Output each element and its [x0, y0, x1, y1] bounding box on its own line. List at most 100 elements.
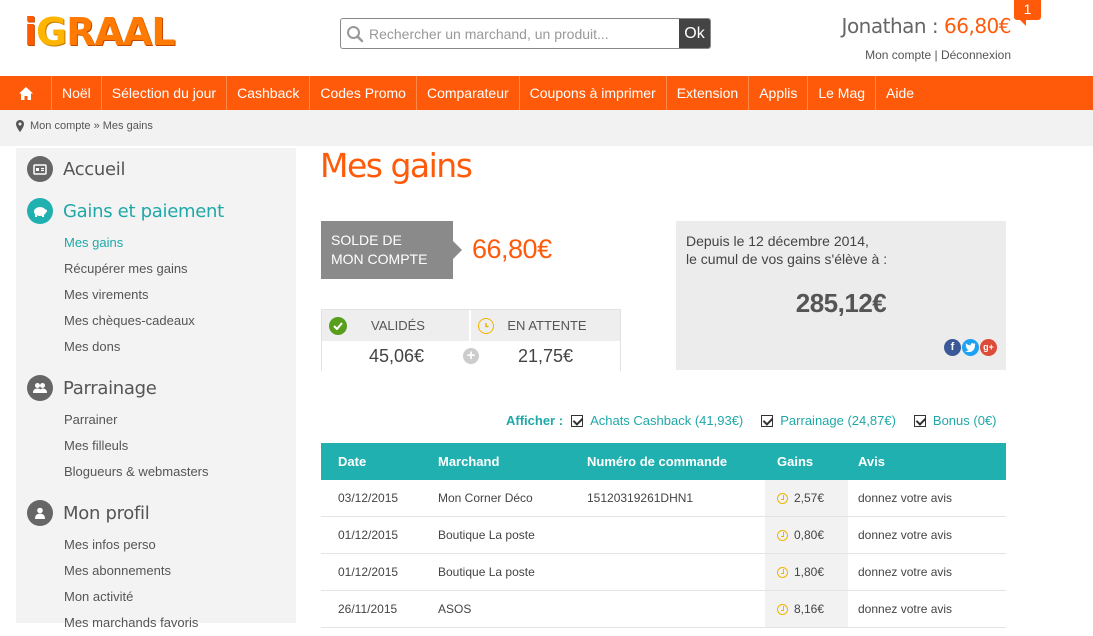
- logout-link[interactable]: Déconnexion: [941, 48, 1011, 62]
- logo-letter: G: [36, 10, 67, 54]
- filter-bonus-label[interactable]: Bonus (0€): [933, 413, 997, 428]
- search-input[interactable]: [369, 19, 679, 48]
- col-header-merchant[interactable]: Marchand: [421, 454, 570, 469]
- cell-gains: 0,80€: [765, 517, 848, 553]
- filter-cashback[interactable]: Achats Cashback (41,93€): [571, 413, 743, 428]
- table-row: 03/12/2015 Mon Corner Déco 15120319261DH…: [321, 480, 1006, 517]
- cell-avis-link[interactable]: donnez votre avis: [848, 565, 1006, 579]
- header: iGRAAL Ok Jonathan : 66,80€ Mon compte |…: [0, 0, 1093, 76]
- sidebar-title-accueil[interactable]: Accueil: [63, 159, 125, 180]
- pending-label: EN ATTENTE: [507, 318, 587, 333]
- sidebar-item-marchands-favoris[interactable]: Mes marchands favoris: [64, 610, 296, 636]
- filter-cashback-checkbox[interactable]: [571, 414, 584, 427]
- col-header-gains[interactable]: Gains: [765, 443, 848, 480]
- nav-item-comparateur[interactable]: Comparateur: [417, 76, 520, 110]
- nav-item-aide[interactable]: Aide: [876, 76, 924, 110]
- sidebar-item-dons[interactable]: Mes dons: [64, 334, 296, 360]
- cell-avis-link[interactable]: donnez votre avis: [848, 491, 1006, 505]
- sidebar-item-parrainer[interactable]: Parrainer: [64, 407, 296, 433]
- col-header-order[interactable]: Numéro de commande: [570, 454, 765, 469]
- logo-letter: R: [66, 10, 95, 54]
- logo-letter: A: [94, 10, 124, 54]
- account-links: Mon compte | Déconnexion: [842, 48, 1011, 62]
- sidebar-item-activite[interactable]: Mon activité: [64, 584, 296, 610]
- main-nav: Noël Sélection du jour Cashback Codes Pr…: [0, 76, 1093, 110]
- cell-gains: 2,57€: [765, 480, 848, 516]
- nav-item-applis[interactable]: Applis: [749, 76, 809, 110]
- table-row: 01/12/2015 Boutique La poste 1,80€ donne…: [321, 554, 1006, 591]
- filter-bonus[interactable]: Bonus (0€): [913, 413, 997, 428]
- user-icon: [27, 500, 53, 526]
- nav-item-coupons[interactable]: Coupons à imprimer: [520, 76, 667, 110]
- sidebar-item-virements[interactable]: Mes virements: [64, 282, 296, 308]
- sidebar: Accueil Gains et paiement Mes gains Récu…: [16, 148, 296, 630]
- sidebar-item-recuperer[interactable]: Récupérer mes gains: [64, 256, 296, 282]
- col-header-avis[interactable]: Avis: [848, 454, 1006, 469]
- sidebar-section-gains: Gains et paiement Mes gains Récupérer me…: [16, 198, 296, 360]
- search-bar: Ok: [340, 18, 711, 49]
- cell-date: 26/11/2015: [338, 602, 398, 616]
- cell-merchant: Mon Corner Déco: [438, 491, 533, 505]
- gains-status-box: VALIDÉS EN ATTENTE 45,06€ 21,75€ +: [321, 309, 621, 371]
- cell-avis-link[interactable]: donnez votre avis: [848, 602, 1006, 616]
- page-title: Mes gains: [320, 146, 473, 185]
- facebook-icon[interactable]: f: [944, 339, 961, 356]
- sidebar-section-profil: Mon profil Mes infos perso Mes abonnemen…: [16, 500, 296, 636]
- nav-item-selection-du-jour[interactable]: Sélection du jour: [102, 76, 228, 110]
- sidebar-section-accueil[interactable]: Accueil: [16, 156, 296, 182]
- cell-avis-link[interactable]: donnez votre avis: [848, 528, 1006, 542]
- nav-item-noel[interactable]: Noël: [52, 76, 102, 110]
- table-header: Date Marchand Numéro de commande Gains A…: [321, 443, 1006, 480]
- cell-gains: 8,16€: [765, 591, 848, 627]
- nav-item-le-mag[interactable]: Le Mag: [808, 76, 877, 110]
- nav-item-codes-promo[interactable]: Codes Promo: [310, 76, 417, 110]
- sidebar-title-profil[interactable]: Mon profil: [63, 503, 150, 524]
- social-share: f g+: [944, 339, 997, 356]
- filter-parrainage[interactable]: Parrainage (24,87€): [761, 413, 896, 428]
- sidebar-item-mes-gains[interactable]: Mes gains: [64, 230, 296, 256]
- sidebar-item-cheques[interactable]: Mes chèques-cadeaux: [64, 308, 296, 334]
- sidebar-item-filleuls[interactable]: Mes filleuls: [64, 433, 296, 459]
- breadcrumb-text[interactable]: Mon compte » Mes gains: [30, 120, 153, 132]
- sidebar-item-abonnements[interactable]: Mes abonnements: [64, 558, 296, 584]
- cell-date: 03/12/2015: [338, 491, 399, 505]
- sidebar-title-parrainage[interactable]: Parrainage: [63, 378, 157, 399]
- pending-clock-icon: [777, 566, 788, 578]
- google-plus-icon[interactable]: g+: [980, 339, 997, 356]
- filters-label: Afficher :: [506, 413, 564, 428]
- sidebar-item-blogueurs[interactable]: Blogueurs & webmasters: [64, 459, 296, 485]
- sidebar-item-infos-perso[interactable]: Mes infos perso: [64, 532, 296, 558]
- twitter-icon[interactable]: [962, 339, 979, 356]
- nav-item-cashback[interactable]: Cashback: [227, 76, 311, 110]
- home-icon[interactable]: [0, 76, 52, 110]
- users-icon: [27, 375, 53, 401]
- filter-cashback-label[interactable]: Achats Cashback (41,93€): [590, 413, 743, 428]
- cell-merchant: Boutique La poste: [438, 528, 535, 542]
- account-link[interactable]: Mon compte: [865, 48, 931, 62]
- cumulative-amount: 285,12€: [795, 288, 887, 318]
- user-block: Jonathan : 66,80€ Mon compte | Déconnexi…: [842, 14, 1012, 62]
- balance-label-box: SOLDE DE MON COMPTE: [321, 221, 462, 279]
- gains-table: Date Marchand Numéro de commande Gains A…: [321, 443, 1006, 628]
- sidebar-parrainage-list: Parrainer Mes filleuls Blogueurs & webma…: [64, 407, 296, 485]
- search-ok-button[interactable]: Ok: [679, 19, 710, 48]
- notification-badge[interactable]: 1: [1014, 0, 1041, 26]
- igraal-logo[interactable]: iGRAAL: [24, 6, 176, 54]
- search-icon: [341, 19, 369, 48]
- filter-parrainage-checkbox[interactable]: [761, 414, 774, 427]
- validated-label: VALIDÉS: [371, 318, 425, 333]
- table-row: 26/11/2015 ASOS 8,16€ donnez votre avis: [321, 591, 1006, 628]
- sidebar-title-gains[interactable]: Gains et paiement: [63, 201, 224, 222]
- nav-item-extension[interactable]: Extension: [667, 76, 750, 110]
- gains-value: 8,16€: [794, 602, 825, 616]
- table-row: 01/12/2015 Boutique La poste 0,80€ donne…: [321, 517, 1006, 554]
- cumulative-text: Depuis le 12 décembre 2014, le cumul de …: [686, 232, 887, 268]
- logo-letter: L: [151, 10, 175, 54]
- filter-bonus-checkbox[interactable]: [913, 414, 926, 427]
- clock-icon: [478, 317, 494, 334]
- filter-parrainage-label[interactable]: Parrainage (24,87€): [780, 413, 896, 428]
- cell-gains: 1,80€: [765, 554, 848, 590]
- user-balance[interactable]: 66,80€: [944, 14, 1011, 38]
- logo-letter: i: [24, 10, 37, 54]
- col-header-date[interactable]: Date: [321, 454, 421, 469]
